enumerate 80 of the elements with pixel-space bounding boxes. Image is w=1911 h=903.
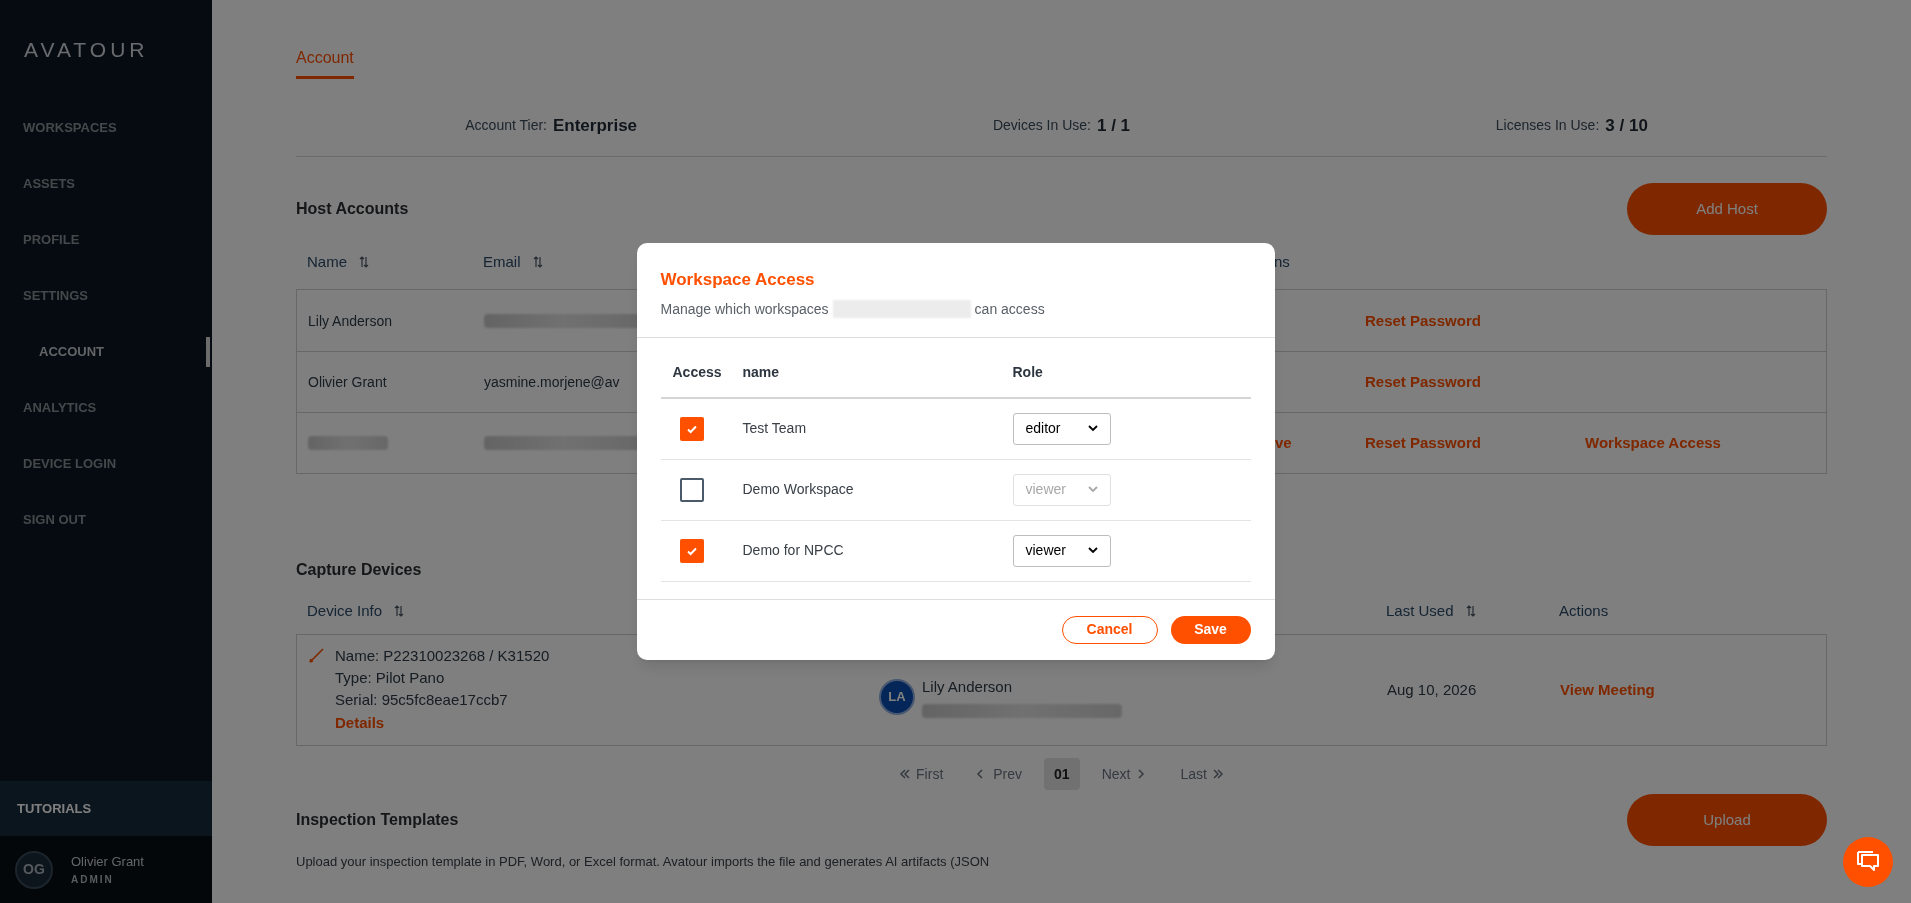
description: Upload your inspection template in PDF, Word, or Excel format. Avatour imports the file and generates AI artifacts (JSON: [296, 853, 991, 871]
double-chevron-icon: [898, 769, 911, 779]
nav-item[interactable]: ANALYTICS: [23, 398, 97, 418]
sort-icon: [532, 256, 543, 268]
view-meeting-link[interactable]: View Meeting: [1560, 678, 1655, 702]
column-header[interactable]: Last Used: [1386, 599, 1476, 623]
dialog-subtitle: can access: [974, 299, 1045, 319]
column-header[interactable]: Device Info: [307, 599, 405, 623]
double-chevron-icon: [1212, 769, 1225, 779]
chevron-down-icon: [1087, 425, 1098, 433]
dialog-subtitle: Manage which workspaces: [660, 299, 829, 319]
checkbox[interactable]: [679, 538, 704, 563]
avatar[interactable]: OG: [15, 850, 53, 889]
workspace-name: Test Team: [742, 419, 808, 439]
pencil-icon[interactable]: [308, 646, 326, 664]
stat-label: Devices In Use:: [992, 116, 1091, 135]
user-name: Olivier Grant: [71, 853, 144, 872]
device-info-line: Type: Pilot Pano: [335, 668, 446, 688]
chat-icon: [1855, 850, 1881, 874]
pagination-button[interactable]: First: [888, 758, 954, 790]
pagination-button[interactable]: Next: [1091, 758, 1159, 790]
pagination-button[interactable]: Last: [1170, 758, 1235, 790]
user-role: ADMIN: [71, 872, 115, 887]
add-host-button[interactable]: Add Host: [1627, 183, 1827, 235]
save-button[interactable]: Save: [1170, 615, 1251, 644]
logo[interactable]: AVATOUR: [24, 34, 149, 66]
section-title: Inspection Templates: [296, 810, 459, 830]
section-title: Host Accounts: [296, 199, 409, 219]
column-header: Access: [672, 362, 723, 382]
nav-item[interactable]: TUTORIALS: [0, 781, 212, 836]
chevron-down-icon: [1087, 547, 1098, 555]
column-header: ns: [1274, 251, 1290, 272]
pagination-button[interactable]: Prev: [965, 758, 1033, 790]
column-header: name: [742, 362, 781, 382]
table-link[interactable]: Reset Password: [1365, 373, 1481, 390]
nav-item[interactable]: ASSETS: [23, 174, 75, 194]
nav-item[interactable]: PROFILE: [23, 230, 80, 250]
table-link[interactable]: ve: [1275, 434, 1292, 451]
table-cell: yasmine.morjene@av: [484, 374, 620, 390]
table-link[interactable]: Reset Password: [1365, 434, 1481, 451]
sort-icon: [394, 605, 405, 617]
column-header: Actions: [1559, 600, 1609, 621]
nav-item[interactable]: SIGN OUT: [23, 510, 86, 530]
user-name: Lily Anderson: [922, 676, 1014, 697]
table-link[interactable]: Reset Password: [1365, 311, 1481, 329]
column-header: Role: [1012, 362, 1044, 382]
stat-value: 1 / 1: [1096, 114, 1131, 137]
table-cell-text: Aug 10, 2026: [1387, 679, 1478, 700]
tab[interactable]: Account: [296, 46, 354, 79]
table-cell: Olivier Grant: [308, 374, 387, 390]
column-header[interactable]: Email: [483, 250, 543, 274]
avatar: LA: [879, 679, 915, 715]
chevron-down-icon: [1087, 486, 1098, 494]
table-cell: Lily Anderson: [308, 312, 393, 329]
stat-label: Account Tier:: [465, 116, 547, 135]
nav-item[interactable]: WORKSPACES: [23, 118, 117, 138]
checkbox[interactable]: [679, 416, 704, 441]
role-select[interactable]: editor: [1012, 412, 1111, 445]
dialog-title: Workspace Access: [660, 269, 816, 292]
workspace-name: Demo Workspace: [742, 480, 855, 500]
nav-item[interactable]: ACCOUNT: [39, 342, 104, 362]
nav-item[interactable]: SETTINGS: [23, 286, 88, 306]
page-button[interactable]: 01: [1044, 758, 1080, 790]
section-title: Capture Devices: [296, 561, 422, 578]
stat-label: Licenses In Use:: [1495, 116, 1600, 135]
device-info-line: Name: P22310023268 / K31520: [335, 646, 550, 666]
table-link[interactable]: Workspace Access: [1585, 434, 1721, 451]
nav-item[interactable]: DEVICE LOGIN: [23, 454, 117, 474]
column-header[interactable]: Name: [307, 250, 369, 274]
upload-button[interactable]: Upload: [1627, 794, 1827, 846]
device-info-line: Serial: 95c5fc8eae17ccb7: [335, 690, 509, 710]
active-indicator: [206, 337, 210, 367]
sort-icon: [1465, 605, 1476, 617]
stat-value: Enterprise: [552, 114, 638, 137]
sort-icon: [359, 256, 369, 268]
workspace-name: Demo for NPCC: [742, 541, 845, 561]
stat-value: 3 / 10: [1605, 114, 1648, 137]
chat-button[interactable]: [1843, 837, 1893, 887]
details-link[interactable]: Details: [335, 711, 550, 735]
role-select[interactable]: viewer: [1012, 534, 1111, 567]
